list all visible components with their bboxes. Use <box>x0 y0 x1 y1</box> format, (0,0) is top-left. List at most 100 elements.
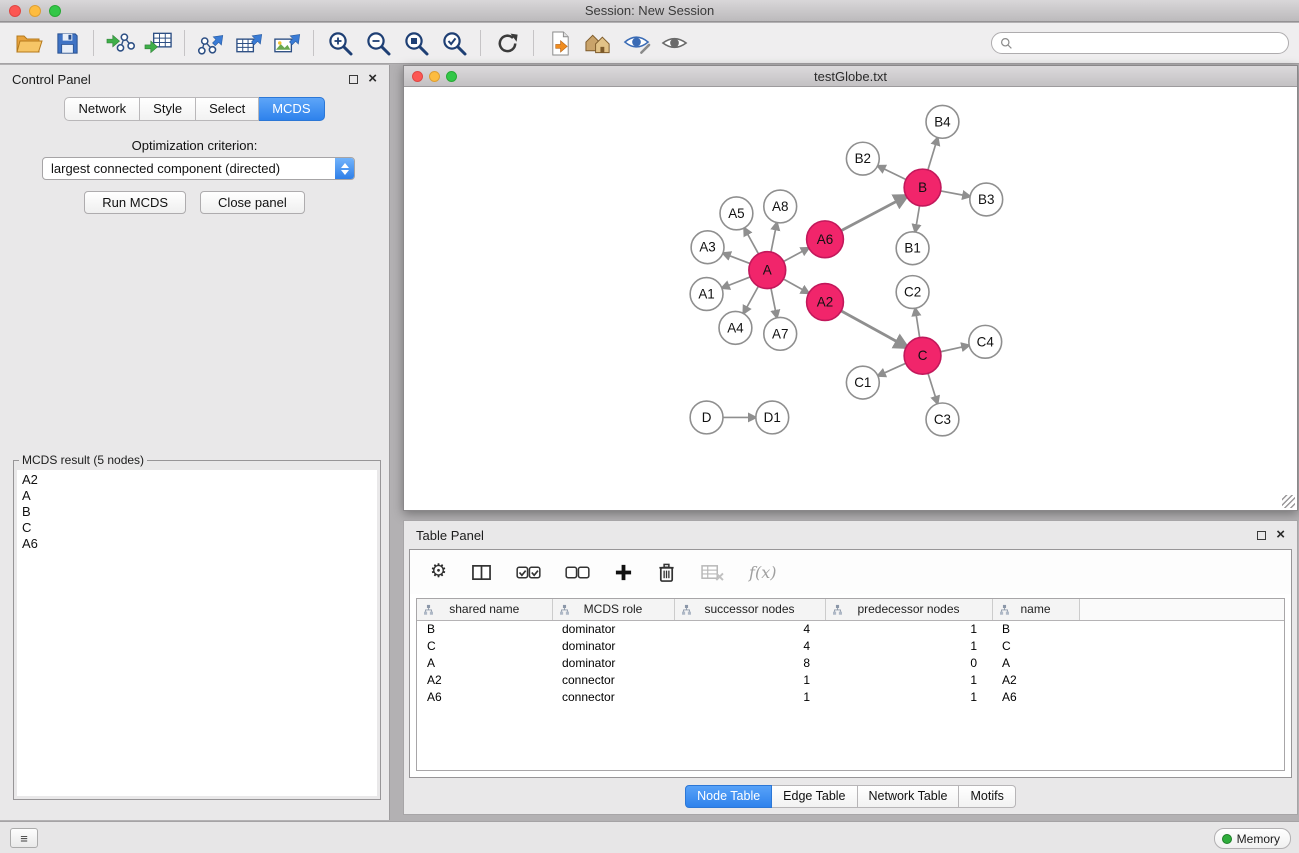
table-cell[interactable]: 1 <box>674 672 825 689</box>
table-cell[interactable]: connector <box>552 672 674 689</box>
zoom-window-button[interactable] <box>49 5 61 17</box>
graph-node-C[interactable]: C <box>904 337 941 374</box>
table-cell[interactable]: A6 <box>992 689 1079 706</box>
table-cell[interactable]: 4 <box>674 620 825 638</box>
tab-style[interactable]: Style <box>140 97 196 121</box>
table-cell[interactable]: dominator <box>552 655 674 672</box>
graph-node-B3[interactable]: B3 <box>970 183 1003 216</box>
tab-node-table[interactable]: Node Table <box>685 785 772 808</box>
table-cell[interactable]: 1 <box>825 689 992 706</box>
table-cell[interactable]: dominator <box>552 638 674 655</box>
graph-node-A6[interactable]: A6 <box>807 221 844 258</box>
table-cell[interactable]: 1 <box>674 689 825 706</box>
graph-edge-A-A3[interactable] <box>728 255 750 263</box>
tab-select[interactable]: Select <box>196 97 259 121</box>
select-all-button[interactable] <box>516 564 541 581</box>
table-cell[interactable]: A2 <box>992 672 1079 689</box>
task-history-button[interactable]: ≡ <box>10 828 38 848</box>
table-cell[interactable]: A <box>992 655 1079 672</box>
graph-node-A4[interactable]: A4 <box>719 311 752 344</box>
table-cell[interactable]: C <box>417 638 552 655</box>
add-column-button[interactable] <box>614 563 633 582</box>
graph-edge-C-C4[interactable] <box>941 347 964 352</box>
table-cell[interactable]: 1 <box>825 672 992 689</box>
graph-node-A[interactable]: A <box>749 252 786 289</box>
delete-table-button[interactable] <box>700 563 725 582</box>
network-minimize-button[interactable] <box>429 71 440 82</box>
tab-edge-table[interactable]: Edge Table <box>772 785 857 808</box>
graph-node-B1[interactable]: B1 <box>896 232 929 265</box>
graph-node-C3[interactable]: C3 <box>926 403 959 436</box>
open-session-button[interactable] <box>10 26 48 60</box>
graph-node-A8[interactable]: A8 <box>764 190 797 223</box>
graph-node-D[interactable]: D <box>690 401 723 434</box>
graph-edge-A-A4[interactable] <box>746 286 758 308</box>
table-cell[interactable]: 0 <box>825 655 992 672</box>
table-cell[interactable]: B <box>992 620 1079 638</box>
export-network-button[interactable] <box>192 26 230 60</box>
tab-motifs[interactable]: Motifs <box>959 785 1015 808</box>
mcds-result-item[interactable]: C <box>22 520 372 536</box>
graph-node-B2[interactable]: B2 <box>846 142 879 175</box>
refresh-layout-button[interactable] <box>488 26 526 60</box>
network-window-titlebar[interactable]: testGlobe.txt <box>404 66 1297 87</box>
table-row[interactable]: Cdominator41C <box>417 638 1284 655</box>
network-zoom-button[interactable] <box>446 71 457 82</box>
graph-edge-C-C3[interactable] <box>928 373 936 398</box>
table-row[interactable]: A6connector11A6 <box>417 689 1284 706</box>
graph-node-A1[interactable]: A1 <box>690 278 723 311</box>
save-session-button[interactable] <box>48 26 86 60</box>
graph-node-B4[interactable]: B4 <box>926 105 959 138</box>
graph-edge-A-A5[interactable] <box>747 233 758 254</box>
graph-node-D1[interactable]: D1 <box>756 401 789 434</box>
graph-edge-A-A7[interactable] <box>771 288 776 312</box>
table-cell[interactable]: 1 <box>825 620 992 638</box>
table-cell[interactable]: B <box>417 620 552 638</box>
table-cell[interactable]: C <box>992 638 1079 655</box>
graph-edge-A-A1[interactable] <box>727 277 750 286</box>
float-panel-icon[interactable] <box>349 75 358 84</box>
import-table-button[interactable] <box>139 26 177 60</box>
home-layout-button[interactable] <box>579 26 617 60</box>
graph-edge-B-B4[interactable] <box>928 143 936 170</box>
import-network-button[interactable] <box>101 26 139 60</box>
memory-button[interactable]: Memory <box>1214 828 1291 849</box>
table-cell[interactable]: 1 <box>825 638 992 655</box>
tab-network[interactable]: Network <box>64 97 140 121</box>
zoom-in-button[interactable] <box>321 26 359 60</box>
graph-edge-B-B2[interactable] <box>883 168 906 179</box>
mcds-result-item[interactable]: B <box>22 504 372 520</box>
delete-column-button[interactable] <box>657 562 676 583</box>
table-cell[interactable]: A6 <box>417 689 552 706</box>
minimize-window-button[interactable] <box>29 5 41 17</box>
float-table-panel-icon[interactable] <box>1257 531 1266 540</box>
export-image-button[interactable] <box>268 26 306 60</box>
table-row[interactable]: Bdominator41B <box>417 620 1284 638</box>
tab-mcds[interactable]: MCDS <box>259 97 324 121</box>
graph-edge-A-A6[interactable] <box>784 251 804 262</box>
graph-node-B[interactable]: B <box>904 169 941 206</box>
column-header-name[interactable]: name <box>992 599 1079 620</box>
graph-node-C2[interactable]: C2 <box>896 276 929 309</box>
table-cell[interactable]: connector <box>552 689 674 706</box>
table-row[interactable]: Adominator80A <box>417 655 1284 672</box>
zoom-selected-button[interactable] <box>435 26 473 60</box>
graph-edge-A2-C[interactable] <box>841 311 898 343</box>
graph-node-C4[interactable]: C4 <box>969 325 1002 358</box>
table-cell[interactable]: A2 <box>417 672 552 689</box>
table-row[interactable]: A2connector11A2 <box>417 672 1284 689</box>
graph-edge-A-A8[interactable] <box>771 228 776 252</box>
function-builder-button[interactable]: f(x) <box>749 563 776 582</box>
network-close-button[interactable] <box>412 71 423 82</box>
search-field[interactable] <box>991 32 1289 54</box>
apply-layout-button[interactable] <box>541 26 579 60</box>
column-header-MCDS-role[interactable]: MCDS role <box>552 599 674 620</box>
graph-node-A7[interactable]: A7 <box>764 317 797 350</box>
graph-edge-C-C2[interactable] <box>916 314 920 337</box>
mcds-result-item[interactable]: A <box>22 488 372 504</box>
mcds-result-item[interactable]: A6 <box>22 536 372 552</box>
table-cell[interactable]: A <box>417 655 552 672</box>
graph-node-C1[interactable]: C1 <box>846 366 879 399</box>
table-settings-button[interactable]: ⚙ <box>430 562 447 582</box>
window-resize-grip[interactable] <box>1282 495 1295 508</box>
